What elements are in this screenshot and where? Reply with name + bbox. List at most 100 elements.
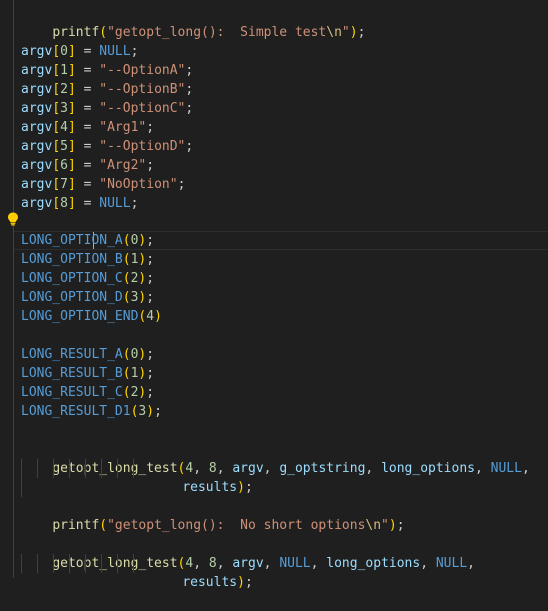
- semicolon: ;: [146, 347, 155, 362]
- code-line-long-option-1[interactable]: LONG_OPTION_B(1);: [21, 250, 154, 269]
- code-line-long-result-3[interactable]: LONG_RESULT_D1(3);: [21, 402, 162, 421]
- escape-sequence: \n: [365, 518, 382, 533]
- number-literal: 8: [60, 196, 68, 211]
- macro-name: LONG_RESULT_B: [21, 366, 123, 381]
- semicolon: ;: [357, 25, 366, 40]
- semicolon: ;: [185, 101, 194, 116]
- number-literal: 4: [60, 120, 68, 135]
- code-line-argv-6[interactable]: argv[6] = "Arg2";: [21, 156, 154, 175]
- variable: argv: [21, 139, 53, 154]
- string-literal: "NoOption": [99, 177, 178, 192]
- semicolon: ;: [185, 139, 194, 154]
- close-paren: ): [237, 575, 245, 590]
- open-bracket: [: [52, 158, 61, 173]
- open-bracket: [: [52, 120, 61, 135]
- code-line-getopt-call-2-cont[interactable]: results);: [151, 554, 252, 590]
- open-bracket: [: [52, 63, 61, 78]
- code-line-getopt-call-1[interactable]: getopt_long_test(4, 8, argv, g_optstring…: [21, 440, 529, 476]
- function-name: printf: [52, 518, 100, 533]
- code-line-long-option-2[interactable]: LONG_OPTION_C(2);: [21, 269, 154, 288]
- close-bracket: ]: [67, 139, 76, 154]
- string-end: ": [341, 25, 350, 40]
- string-literal: "getopt_long(): Simple test: [107, 25, 327, 40]
- close-paren: ): [146, 404, 155, 419]
- semicolon: ;: [154, 404, 162, 419]
- open-paren: (: [122, 385, 131, 400]
- code-editor[interactable]: printf("getopt_long(): Simple test\n"); …: [0, 0, 548, 590]
- semicolon: ;: [185, 82, 194, 97]
- indent-guide: [13, 0, 14, 578]
- variable: long_options: [381, 461, 475, 476]
- escape-sequence: \n: [326, 25, 342, 40]
- close-bracket: ]: [67, 177, 76, 192]
- comma: ,: [263, 556, 280, 571]
- code-line-long-result-0[interactable]: LONG_RESULT_A(0);: [21, 345, 154, 364]
- variable: results: [182, 575, 238, 590]
- variable: argv: [21, 44, 53, 59]
- macro-name: LONG_OPTION_C: [21, 271, 123, 286]
- string-literal: "--OptionB": [99, 82, 186, 97]
- open-bracket: [: [52, 101, 61, 116]
- code-line-argv-7[interactable]: argv[7] = "NoOption";: [21, 175, 185, 194]
- function-name: printf: [52, 25, 100, 40]
- code-line-long-option-3[interactable]: LONG_OPTION_D(3);: [21, 288, 154, 307]
- semicolon: ;: [146, 385, 155, 400]
- open-paren: (: [122, 233, 131, 248]
- lightbulb-icon[interactable]: [7, 212, 19, 226]
- code-line-argv-0[interactable]: argv[0] = NULL;: [21, 42, 138, 61]
- string-literal: "--OptionC": [99, 101, 186, 116]
- code-line-argv-1[interactable]: argv[1] = "--OptionA";: [21, 61, 193, 80]
- semicolon: ;: [146, 120, 155, 135]
- comma: ,: [263, 461, 280, 476]
- string-literal: "getopt_long(): No short options: [107, 518, 366, 533]
- code-line-long-result-1[interactable]: LONG_RESULT_B(1);: [21, 364, 154, 383]
- semicolon: ;: [396, 518, 405, 533]
- semicolon: ;: [146, 233, 155, 248]
- code-line-argv-3[interactable]: argv[3] = "--OptionC";: [21, 99, 193, 118]
- keyword-null: NULL: [435, 556, 468, 571]
- variable: g_optstring: [279, 461, 366, 476]
- semicolon: ;: [244, 480, 253, 495]
- assign-operator: =: [75, 44, 100, 59]
- macro-name: LONG_OPTION_END: [21, 309, 139, 324]
- code-line-getopt-call-2[interactable]: getopt_long_test(4, 8, argv, NULL, long_…: [21, 535, 475, 571]
- open-bracket: [: [52, 44, 61, 59]
- variable: results: [182, 480, 238, 495]
- open-bracket: [: [52, 139, 61, 154]
- number-literal: 5: [60, 139, 68, 154]
- macro-name: LONG_RESULT_A: [21, 347, 123, 362]
- code-line-getopt-call-1-cont[interactable]: results);: [151, 459, 252, 495]
- code-line-argv-4[interactable]: argv[4] = "Arg1";: [21, 118, 154, 137]
- number-literal: 1: [60, 63, 68, 78]
- close-bracket: ]: [67, 63, 76, 78]
- close-paren: ): [237, 480, 245, 495]
- code-line-printf-simple[interactable]: printf("getopt_long(): Simple test\n");: [21, 4, 365, 40]
- code-line-argv-5[interactable]: argv[5] = "--OptionD";: [21, 137, 193, 156]
- string-literal: "Arg1": [99, 120, 147, 135]
- code-line-printf-no-short[interactable]: printf("getopt_long(): No short options\…: [21, 497, 404, 533]
- number-literal: 7: [60, 177, 68, 192]
- comma: ,: [521, 461, 530, 476]
- code-line-argv-8[interactable]: argv[8] = NULL;: [21, 194, 138, 213]
- assign-operator: =: [75, 139, 100, 154]
- code-line-argv-2[interactable]: argv[2] = "--OptionB";: [21, 80, 193, 99]
- code-line-long-result-2[interactable]: LONG_RESULT_C(2);: [21, 383, 154, 402]
- comma: ,: [474, 461, 491, 476]
- macro-name: LONG_OPTION_B: [21, 252, 123, 267]
- number-literal: 0: [60, 44, 68, 59]
- open-paren: (: [122, 347, 131, 362]
- semicolon: ;: [146, 290, 155, 305]
- semicolon: ;: [244, 575, 253, 590]
- close-bracket: ]: [67, 120, 76, 135]
- number-literal: 3: [60, 101, 68, 116]
- comma: ,: [365, 461, 382, 476]
- open-bracket: [: [52, 177, 61, 192]
- variable: argv: [21, 101, 53, 116]
- code-line-long-option-0[interactable]: LONG_OPTION_A(0);: [21, 231, 154, 250]
- open-paren: (: [122, 366, 131, 381]
- semicolon: ;: [146, 366, 155, 381]
- open-paren: (: [99, 25, 108, 40]
- keyword-null: NULL: [99, 44, 131, 59]
- code-line-long-option-4[interactable]: LONG_OPTION_END(4): [21, 307, 162, 326]
- macro-name: LONG_RESULT_C: [21, 385, 123, 400]
